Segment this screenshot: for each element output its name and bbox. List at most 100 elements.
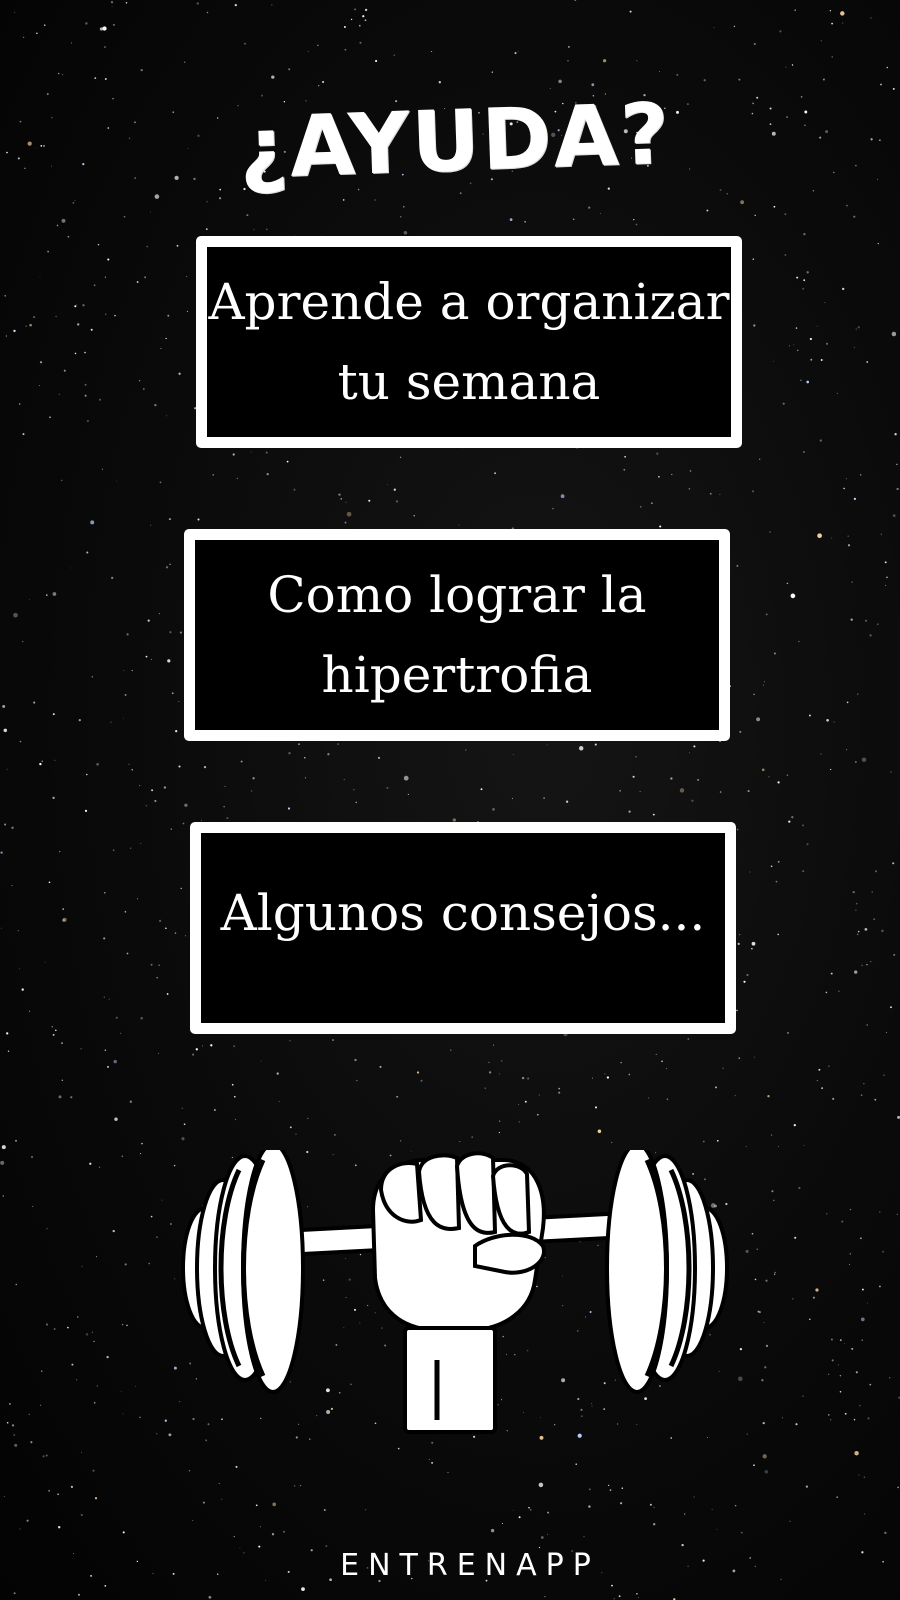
star [206,11,209,14]
star [831,56,833,58]
star [13,1434,16,1436]
tips-button[interactable]: Algunos consejos... [190,822,736,1034]
star [58,1526,61,1529]
star [11,885,13,887]
star [283,1530,285,1533]
star [633,219,635,221]
star [791,64,794,66]
star [76,1379,78,1381]
star [221,1498,223,1500]
star [870,17,872,19]
star [836,392,838,394]
star [131,670,133,672]
star [670,777,673,780]
star [195,1048,198,1051]
star [61,73,64,76]
star [206,200,208,203]
star [785,66,787,68]
organize-week-button[interactable]: Aprende a organizar tu semana [196,236,742,448]
star [129,847,132,850]
star [636,60,638,62]
star [300,1484,302,1487]
star [105,313,107,315]
star [428,1458,430,1460]
star [800,379,802,382]
star [738,1057,741,1059]
star [734,1095,736,1097]
star [746,973,749,977]
star [396,1095,399,1098]
star [358,24,361,27]
star [501,1522,503,1525]
star [471,1136,474,1138]
star [261,94,263,97]
star [126,952,129,955]
star [719,189,722,191]
star [168,518,171,521]
star [770,865,773,868]
star [722,1067,724,1070]
star [271,75,275,79]
star [25,325,27,327]
star [733,25,736,28]
star [208,1595,212,1599]
star [866,964,868,966]
help-screen: ¿AYUDA? Aprende a organizar tu semana Co… [0,0,900,1600]
star [170,828,172,830]
star [49,416,51,418]
star [92,1469,95,1472]
star [33,316,36,319]
star [32,1205,34,1208]
star [342,199,345,201]
star [212,474,214,476]
star [183,61,186,63]
star [877,242,879,245]
star [751,490,755,493]
star [250,790,253,792]
star [500,1060,503,1062]
star [743,980,746,983]
star [860,1317,865,1322]
star [11,826,14,829]
star [333,1133,336,1136]
star [806,380,810,384]
star [843,487,845,490]
star [588,1505,591,1508]
star [886,576,888,579]
star [831,1359,834,1362]
star [89,1162,92,1165]
star [62,908,65,910]
star [84,809,88,813]
star [492,808,495,811]
star [794,9,796,11]
star [161,1199,163,1201]
star [839,1375,842,1377]
star [39,361,43,364]
star [756,717,761,722]
star [149,211,151,213]
star [167,659,171,663]
star [80,1048,82,1050]
star [57,1493,59,1495]
star [840,11,845,16]
star [623,468,626,471]
star [354,1058,357,1062]
star [145,805,147,807]
star [816,1080,818,1081]
star [820,40,822,42]
star [166,993,169,995]
star [234,3,237,7]
star [39,276,41,278]
star [122,1531,125,1534]
star [271,1533,275,1536]
star [122,1413,124,1415]
star [874,870,878,873]
star [365,1509,367,1511]
star [317,44,319,46]
hypertrophy-button[interactable]: Como lograr la hipertrofia [184,529,730,741]
star [886,1032,887,1034]
star [666,1098,669,1101]
star [205,228,208,230]
star [354,8,357,11]
star [491,71,493,73]
